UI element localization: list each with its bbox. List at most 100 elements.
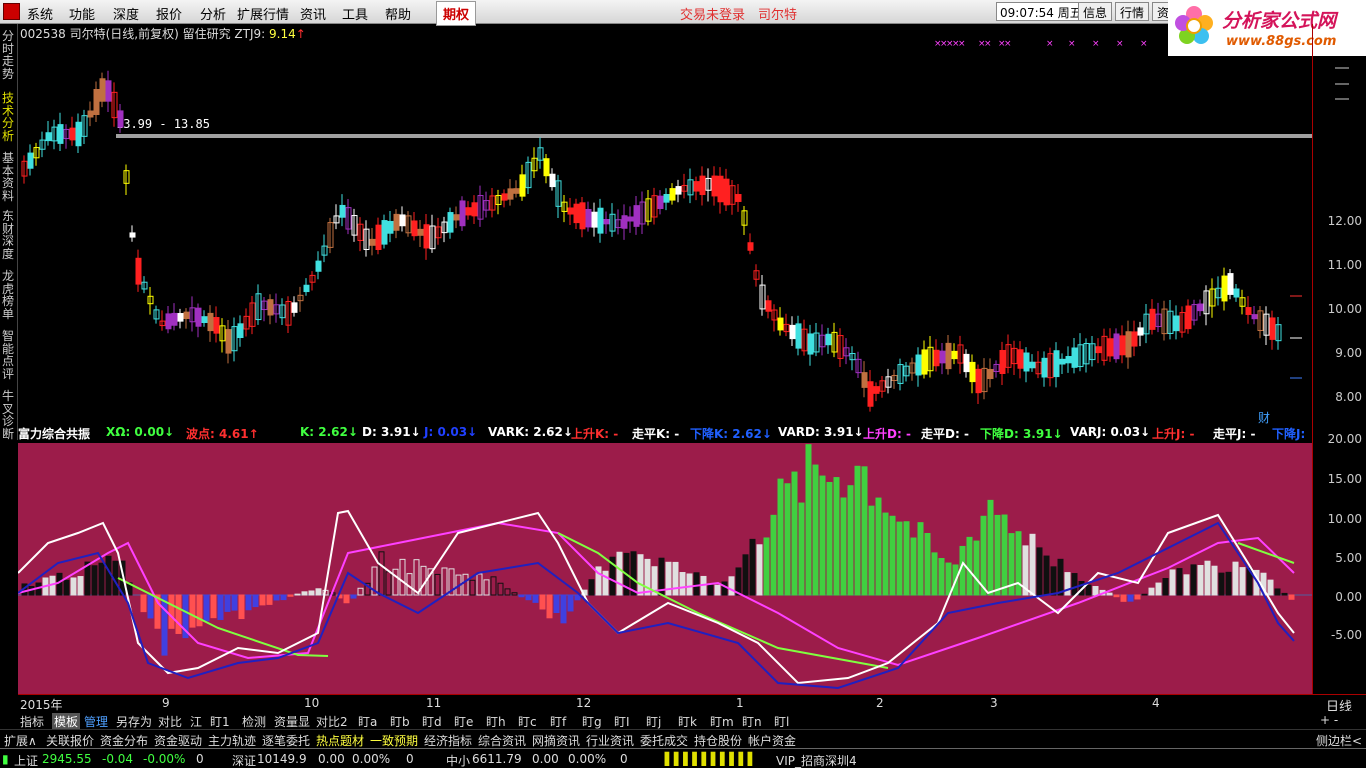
zx-vol: 0	[620, 752, 628, 766]
sidebar-item-technical[interactable]: 技术分析	[2, 92, 16, 142]
indicator-value-9: 下降K: 2.62↓	[690, 427, 772, 441]
time-label: 9	[162, 696, 170, 710]
menu-options[interactable]: 期权	[436, 1, 477, 26]
histogram-bar	[637, 554, 644, 596]
tab-tabs1-13[interactable]: 盯e	[454, 713, 473, 730]
tab-tabs1-11[interactable]: 盯b	[390, 713, 410, 730]
tab-tabs1-7[interactable]: 检测	[242, 713, 266, 730]
indicator-value-3: K: 2.62↓	[300, 425, 358, 439]
menu-news[interactable]: 资讯	[300, 4, 326, 23]
zx-change: 0.00	[532, 752, 559, 766]
tab-tabs2-10[interactable]: 网摘资讯	[532, 732, 580, 749]
tab-tabs2-1[interactable]: 关联报价	[46, 732, 94, 749]
candle-body	[963, 353, 970, 373]
tab-tabs2-14[interactable]: 帐户资金	[748, 732, 796, 749]
histogram-bar	[791, 471, 798, 596]
tab-tabs2-2[interactable]: 资金分布	[100, 732, 148, 749]
menu-help[interactable]: 帮助	[385, 4, 411, 23]
histogram-bar	[889, 515, 896, 596]
tab-tabs1-14[interactable]: 盯h	[486, 713, 506, 730]
tab-tabs1-20[interactable]: 盯k	[678, 713, 697, 730]
candlestick-chart[interactable]: 13.99 - 13.85××××× ×× ×× × × × × ×财	[18, 24, 1312, 424]
tab-tabs1-10[interactable]: 盯a	[358, 713, 377, 730]
tab-tabs2-11[interactable]: 行业资讯	[586, 732, 634, 749]
tab-tabs2-12[interactable]: 委托成交	[640, 732, 688, 749]
candle-body	[867, 381, 874, 407]
sidebar-toggle[interactable]: 侧边栏<	[1316, 732, 1362, 749]
candle-body	[657, 195, 664, 209]
sidebar-item-fundamentals[interactable]: 基本资料	[2, 152, 16, 202]
indicator-tabs: + - 指标 模板 管理 另存为 对比江盯1 检测 资量显 对比2 盯a 盯b 盯d 盯e 盯h 盯c 盯f…	[0, 711, 1366, 730]
tab-tabs1-9[interactable]: 对比2	[316, 713, 348, 730]
info-button[interactable]: 信息	[1078, 2, 1113, 21]
indicator-panel[interactable]	[18, 443, 1312, 694]
candle-body	[1245, 307, 1252, 315]
candle-body	[621, 215, 628, 229]
tab-tabs2-0[interactable]: 扩展∧	[4, 732, 37, 749]
menu-function[interactable]: 功能	[69, 4, 95, 23]
tab-tabs1-17[interactable]: 盯g	[582, 713, 602, 730]
histogram-bar	[175, 594, 182, 634]
sidebar-item-intraday[interactable]: 分时走势	[2, 30, 16, 80]
tab-tabs2-7[interactable]: 一致预期	[370, 732, 418, 749]
tab-tabs2-5[interactable]: 逐笔委托	[262, 732, 310, 749]
tab-tabs1-12[interactable]: 盯d	[422, 713, 442, 730]
tab-tabs1-5[interactable]: 江	[190, 713, 202, 730]
histogram-bar	[819, 475, 826, 596]
menu-quote[interactable]: 报价	[156, 4, 182, 23]
indicator-label: 15.00	[1327, 472, 1362, 486]
candle-body	[825, 333, 832, 346]
candle-body	[339, 204, 346, 218]
candle-body	[267, 299, 274, 316]
tab-tabs1-8[interactable]: 资量显	[274, 713, 310, 730]
tab-tabs1-2[interactable]: 管理	[84, 713, 108, 730]
tab-tabs1-16[interactable]: 盯f	[550, 713, 566, 730]
tab-tabs2-9[interactable]: 综合资讯	[478, 732, 526, 749]
candle-body	[1017, 349, 1024, 369]
tab-tabs1-23[interactable]: 盯l	[774, 713, 789, 730]
menu-system[interactable]: 系统	[27, 4, 53, 23]
market-button[interactable]: 行情	[1115, 2, 1150, 21]
sidebar-item-diagnosis[interactable]: 牛叉诊断	[2, 390, 16, 440]
histogram-bar	[980, 515, 987, 596]
histogram-bar	[1162, 578, 1169, 596]
histogram-bar	[1281, 592, 1288, 596]
tab-tabs1-19[interactable]: 盯j	[646, 713, 661, 730]
candle-body	[459, 200, 466, 227]
histogram-bar	[224, 594, 231, 612]
tab-tabs1-15[interactable]: 盯c	[518, 713, 537, 730]
menu-tools[interactable]: 工具	[342, 4, 368, 23]
candle-body	[1233, 288, 1240, 298]
menu-analysis[interactable]: 分析	[200, 4, 226, 23]
tab-tabs1-6[interactable]: 盯1	[210, 713, 230, 730]
candle-body	[381, 220, 388, 245]
tab-tabs1-0[interactable]: 指标	[20, 713, 44, 730]
candle-body	[1131, 331, 1138, 347]
tab-tabs2-13[interactable]: 持仓股份	[694, 732, 742, 749]
histogram-bar	[77, 576, 84, 596]
tab-tabs1-3[interactable]: 另存为	[116, 713, 152, 730]
menu-ext-market[interactable]: 扩展行情	[237, 4, 289, 23]
histogram-bar	[672, 561, 679, 596]
tab-tabs2-6[interactable]: 热点题材	[316, 732, 364, 749]
histogram-bar	[539, 594, 546, 610]
price-label: 9.00	[1335, 346, 1362, 360]
zoom-controls[interactable]: + -	[1320, 713, 1338, 727]
signal-marker: ×	[984, 39, 992, 49]
indicator-value-16: 走平J: -	[1213, 427, 1256, 441]
sidebar-item-smart-review[interactable]: 智能点评	[2, 330, 16, 380]
tab-tabs2-8[interactable]: 经济指标	[424, 732, 472, 749]
tab-tabs2-3[interactable]: 资金驱动	[154, 732, 202, 749]
tab-tabs1-18[interactable]: 盯I	[614, 713, 630, 730]
tab-tabs1-21[interactable]: 盯m	[710, 713, 734, 730]
tab-tabs1-4[interactable]: 对比	[158, 713, 182, 730]
status-separator: ▐▐▐▐▐▐▐▐▐▐	[660, 752, 753, 766]
sidebar-item-depth[interactable]: 东财深度	[2, 210, 16, 260]
candle-body	[75, 121, 82, 147]
histogram-bar	[735, 567, 742, 596]
tab-tabs1-22[interactable]: 盯n	[742, 713, 762, 730]
tab-tabs1-1[interactable]: 模板	[52, 713, 81, 730]
tab-tabs2-4[interactable]: 主力轨迹	[208, 732, 256, 749]
menu-depth[interactable]: 深度	[113, 4, 139, 23]
sidebar-item-dragon-tiger[interactable]: 龙虎榜单	[2, 270, 16, 320]
